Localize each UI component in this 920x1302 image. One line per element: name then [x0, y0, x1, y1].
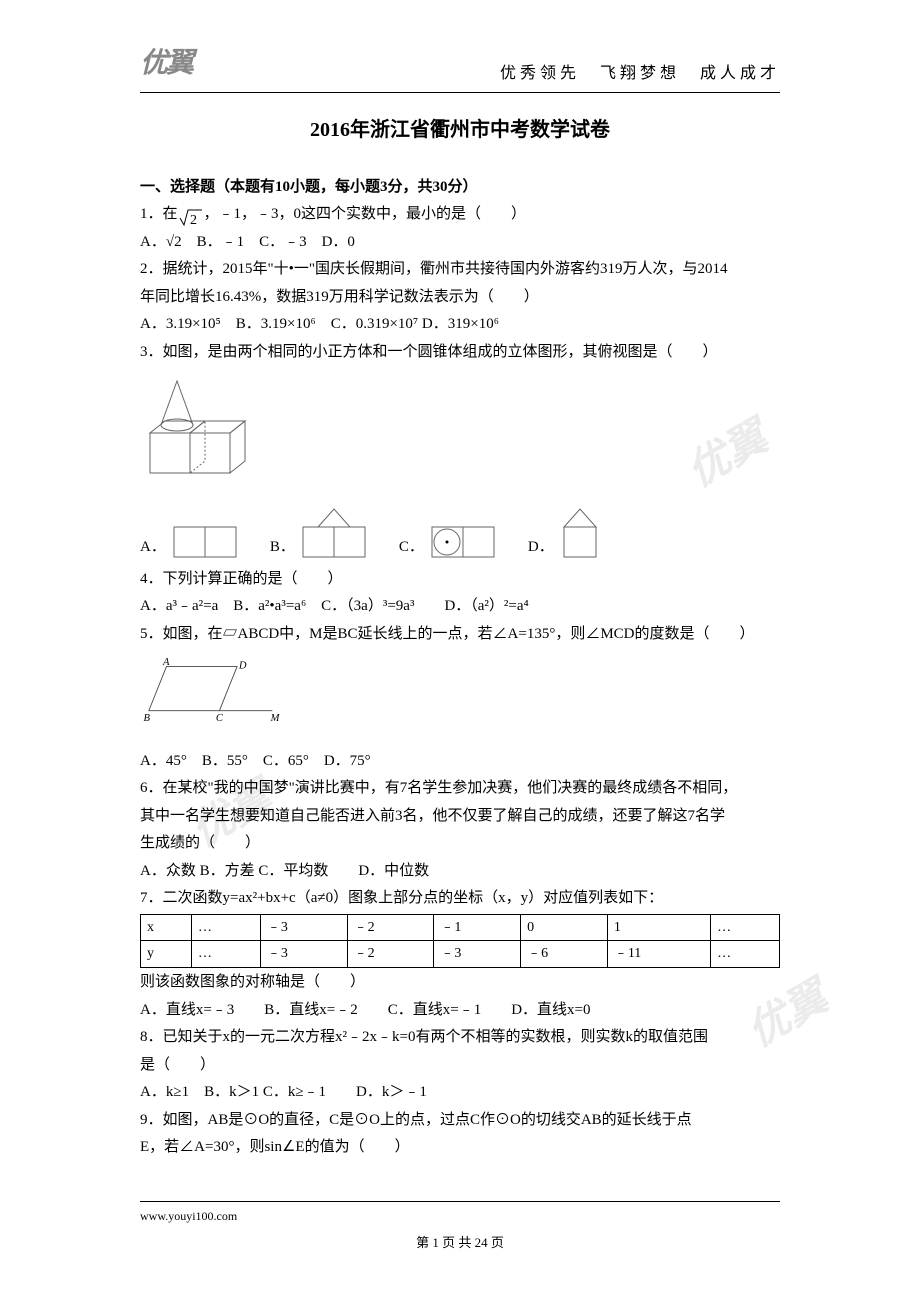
page-header: 优翼 优秀领先 飞翔梦想 成人成才 — [140, 40, 780, 93]
header-slogan: 优秀领先 飞翔梦想 成人成才 — [500, 60, 780, 87]
q6-options: A．众数 B．方差 C．平均数 D．中位数 — [140, 859, 780, 885]
q3-option-b: B． — [270, 505, 369, 561]
cell: ﹣3 — [260, 941, 347, 968]
q3-optC-figure — [428, 523, 498, 561]
cell: … — [192, 941, 261, 968]
q1-stem-b: ，﹣1，﹣3，0这四个实数中，最小的是（ ） — [204, 206, 527, 222]
q9-line1: 9．如图，AB是⊙O的直径，C是⊙O上的点，过点C作⊙O的切线交AB的延长线于点 — [140, 1108, 780, 1134]
svg-text:2: 2 — [190, 213, 197, 228]
q7-options: A．直线x=﹣3 B．直线x=﹣2 C．直线x=﹣1 D．直线x=0 — [140, 998, 780, 1024]
q2-line2: 年同比增长16.43%，数据319万用科学记数法表示为（ ） — [140, 285, 780, 311]
cell: ﹣3 — [260, 914, 347, 941]
cell: 1 — [607, 914, 710, 941]
cell: ﹣6 — [521, 941, 608, 968]
q4-options: A．a³﹣a²=a B．a²•a³=a⁶ C．（3a）³=9a³ D．（a²）²… — [140, 594, 780, 620]
q5-stem: 5．如图，在▱ABCD中，M是BC延长线上的一点，若∠A=135°，则∠MCD的… — [140, 622, 780, 648]
q3-stem: 3．如图，是由两个相同的小正方体和一个圆锥体组成的立体图形，其俯视图是（ ） — [140, 340, 780, 366]
q9-line2: E，若∠A=30°，则sin∠E的值为（ ） — [140, 1135, 780, 1161]
q6-line1: 6．在某校"我的中国梦"演讲比赛中，有7名学生参加决赛，他们决赛的最终成绩各不相… — [140, 776, 780, 802]
section-title: 一、选择题（本题有10小题，每小题3分，共30分） — [140, 175, 780, 201]
q6-line3: 生成绩的（ ） — [140, 831, 780, 857]
q5-label-B: B — [144, 713, 151, 724]
question-1: 1．在 2 ，﹣1，﹣3，0这四个实数中，最小的是（ ） — [140, 202, 780, 228]
cell: ﹣1 — [434, 914, 521, 941]
cell: ﹣11 — [607, 941, 710, 968]
cell: ﹣2 — [347, 914, 434, 941]
footer-url: www.youyi100.com — [140, 1209, 237, 1223]
q3-option-c: C． — [399, 523, 498, 561]
q5-label-A: A — [162, 657, 170, 668]
q8-line1: 8．已知关于x的一元二次方程x²﹣2x﹣k=0有两个不相等的实数根，则实数k的取… — [140, 1025, 780, 1051]
q3-figure — [140, 373, 260, 483]
q3-optB-label: B． — [270, 535, 295, 561]
table-row: y … ﹣3 ﹣2 ﹣3 ﹣6 ﹣11 … — [141, 941, 780, 968]
q7-post: 则该函数图象的对称轴是（ ） — [140, 970, 780, 996]
q5-label-C: C — [216, 713, 224, 724]
q5-options: A．45° B．55° C．65° D．75° — [140, 749, 780, 775]
table-row: x … ﹣3 ﹣2 ﹣1 0 1 … — [141, 914, 780, 941]
q3-optA-figure — [170, 523, 240, 561]
watermark: 优翼 — [674, 404, 782, 508]
q3-optA-label: A． — [140, 535, 166, 561]
q5-label-M: M — [270, 713, 281, 724]
q5-label-D: D — [238, 660, 247, 671]
q7-stem: 7．二次函数y=ax²+bx+c（a≠0）图象上部分点的坐标（x，y）对应值列表… — [140, 886, 780, 912]
q3-option-d: D． — [528, 505, 602, 561]
cell: ﹣2 — [347, 941, 434, 968]
cell: … — [192, 914, 261, 941]
q3-optD-label: D． — [528, 535, 554, 561]
q3-optD-figure — [558, 505, 602, 561]
q3-optC-label: C． — [399, 535, 424, 561]
cell: x — [141, 914, 192, 941]
q3-optB-figure — [299, 505, 369, 561]
exam-title: 2016年浙江省衢州市中考数学试卷 — [140, 113, 780, 147]
q3-option-a: A． — [140, 523, 240, 561]
q1-options: A．√2 B．﹣1 C．﹣3 D．0 — [140, 230, 780, 256]
q2-line1: 2．据统计，2015年"十•一"国庆长假期间，衢州市共接待国内外游客约319万人… — [140, 257, 780, 283]
q2-options: A．3.19×10⁵ B．3.19×10⁶ C．0.319×10⁷ D．319×… — [140, 312, 780, 338]
logo-text: 优翼 — [140, 40, 192, 88]
q1-stem-a: 1．在 — [140, 206, 178, 222]
page-number: 第 1 页 共 24 页 — [140, 1232, 780, 1254]
q4-stem: 4．下列计算正确的是（ ） — [140, 567, 780, 593]
cell: y — [141, 941, 192, 968]
page-footer: www.youyi100.com — [140, 1201, 780, 1226]
q7-table: x … ﹣3 ﹣2 ﹣1 0 1 … y … ﹣3 ﹣2 ﹣3 ﹣6 ﹣11 … — [140, 914, 780, 969]
q5-figure: A D B C M — [140, 653, 290, 733]
q8-options: A．k≥1 B．k＞1 C．k≥﹣1 D．k＞﹣1 — [140, 1080, 780, 1106]
cell: 0 — [521, 914, 608, 941]
cell: … — [711, 914, 780, 941]
q6-line2: 其中一名学生想要知道自己能否进入前3名，他不仅要了解自己的成绩，还要了解这7名学 — [140, 804, 780, 830]
sqrt2-icon: 2 — [178, 208, 204, 228]
q3-options-row: A． B． C． D． — [140, 505, 780, 561]
q8-line2: 是（ ） — [140, 1053, 780, 1079]
cell: … — [711, 941, 780, 968]
cell: ﹣3 — [434, 941, 521, 968]
exam-page: 优翼 优翼 优翼 优翼 优秀领先 飞翔梦想 成人成才 2016年浙江省衢州市中考… — [70, 0, 850, 1284]
